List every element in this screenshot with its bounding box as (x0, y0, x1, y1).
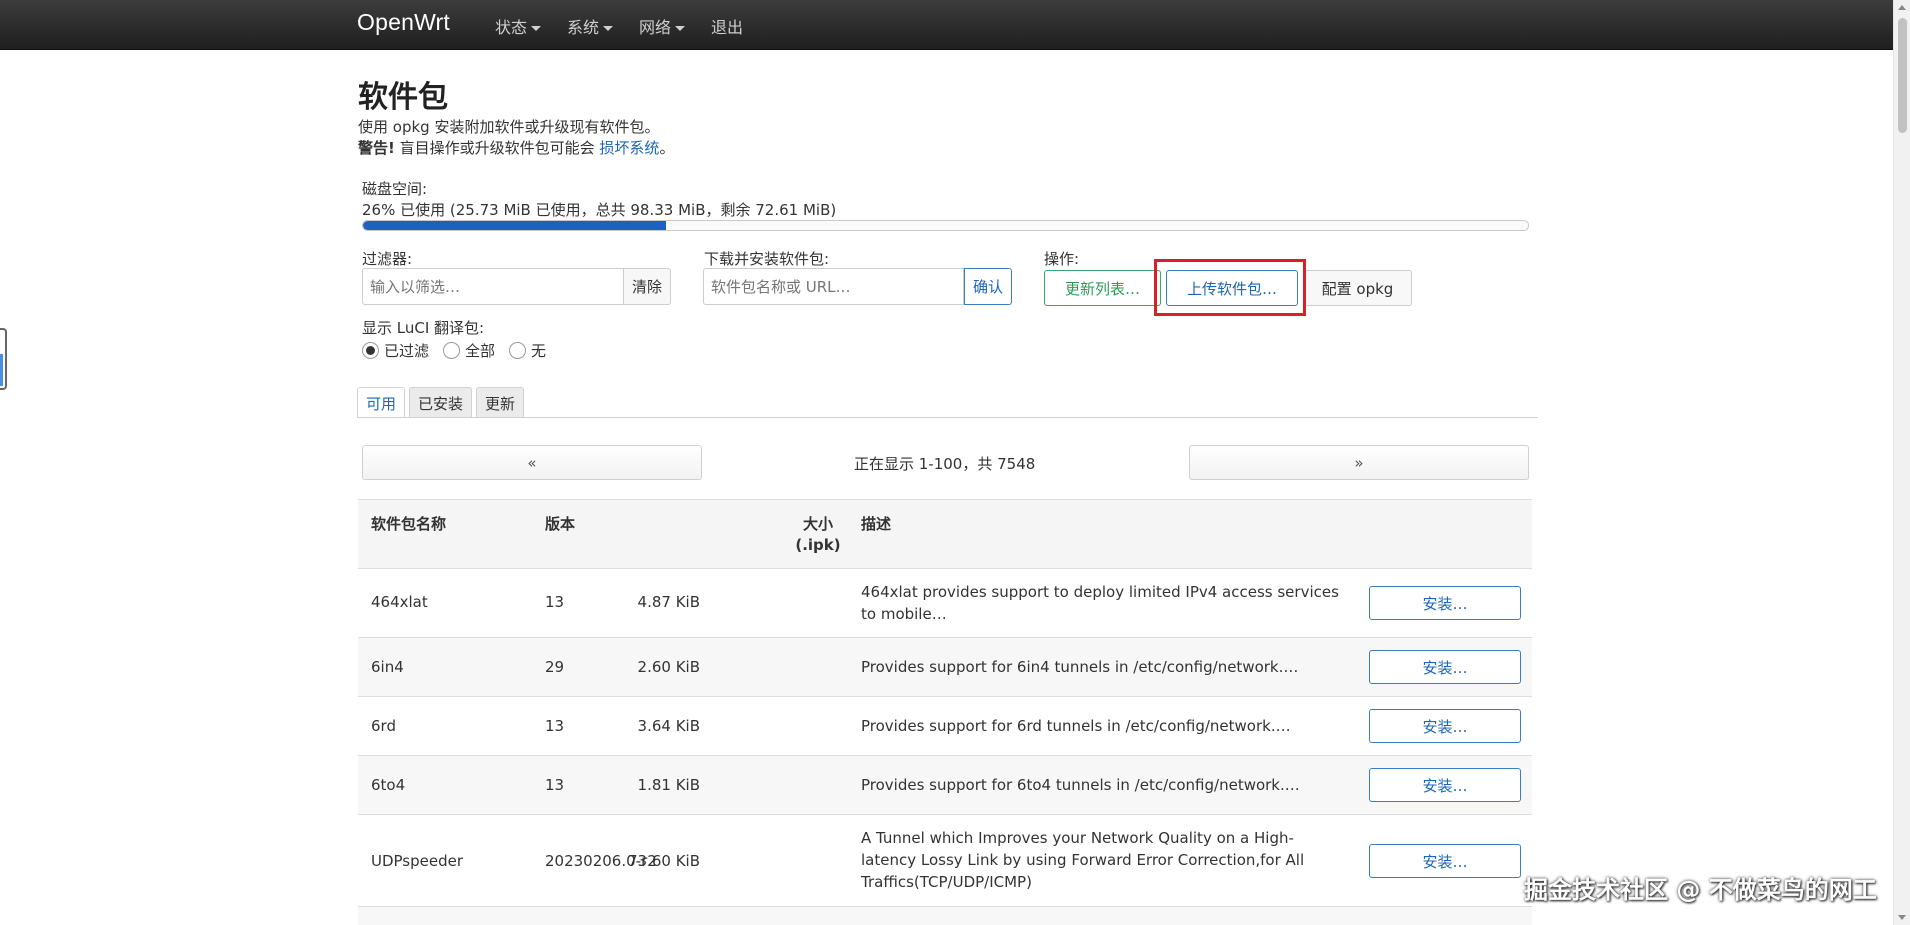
disk-usage-fill (363, 221, 666, 230)
disk-usage-text: 26% 已使用 (25.73 MiB 已使用，总共 98.33 MiB，剩余 7… (362, 201, 837, 219)
download-group: 确认 (703, 268, 1013, 305)
luci-radio-group: 已过滤 全部 无 (362, 340, 560, 361)
warning-label: 警告! (358, 139, 395, 157)
damage-system-link[interactable]: 损坏系统 (599, 139, 659, 157)
radio-all-label: 全部 (465, 342, 496, 360)
tab-installed[interactable]: 已安装 (409, 387, 473, 418)
radio-none[interactable]: 无 (509, 340, 546, 361)
header-name: 软件包名称 (371, 515, 447, 533)
luci-translation-label: 显示 LuCI 翻译包: (362, 319, 485, 337)
left-edge-indicator (0, 354, 3, 386)
tab-divider (357, 417, 1538, 418)
package-name: 6to4 (371, 776, 406, 794)
table-row: 6in4 29 2.60 KiB Provides support for 6i… (358, 638, 1532, 697)
tab-updates[interactable]: 更新 (476, 387, 525, 418)
radio-unchecked-icon[interactable] (509, 342, 527, 359)
brand-logo[interactable]: OpenWrt (357, 9, 450, 36)
header-version: 版本 (545, 515, 576, 533)
install-button[interactable]: 安装… (1369, 650, 1521, 684)
configure-opkg-button[interactable]: 配置 opkg (1303, 270, 1412, 306)
install-button[interactable]: 安装… (1369, 768, 1521, 802)
package-description: Provides support for 6in4 tunnels in /et… (861, 658, 1299, 676)
header-size-line2: (.ipk) (795, 536, 841, 554)
caret-down-icon (675, 26, 686, 31)
package-size: 1.81 KiB (637, 776, 700, 794)
vertical-scrollbar[interactable] (1893, 0, 1910, 925)
nav-status-label: 状态 (495, 18, 528, 37)
filter-input[interactable] (362, 268, 624, 305)
header-description: 描述 (861, 515, 892, 533)
page-warning: 警告! 盲目操作或升级软件包可能会 损坏系统。 (358, 137, 674, 158)
page-description: 使用 opkg 安装附加软件或升级现有软件包。 (358, 118, 660, 136)
caret-down-icon (531, 26, 542, 31)
caret-down-icon (603, 26, 614, 31)
filter-label: 过滤器: (362, 250, 413, 268)
table-row: 6rd 13 3.64 KiB Provides support for 6rd… (358, 697, 1532, 756)
warning-text: 盲目操作或升级软件包可能会 (399, 139, 595, 157)
radio-filtered-label: 已过滤 (384, 342, 430, 360)
package-version: 13 (545, 593, 565, 611)
table-row: UDPspeeder 20230206.0-r2 73.60 KiB A Tun… (358, 815, 1532, 907)
package-name-input[interactable] (703, 268, 964, 305)
clear-filter-button[interactable]: 清除 (624, 268, 672, 305)
update-list-button[interactable]: 更新列表… (1044, 270, 1161, 306)
package-name: 6in4 (371, 658, 404, 676)
package-version: 13 (545, 717, 565, 735)
scroll-down-arrow-icon[interactable] (1898, 915, 1906, 920)
nav-logout[interactable]: 退出 (711, 14, 743, 38)
disk-usage-bar (362, 220, 1529, 231)
pager-status: 正在显示 1-100，共 7548 (854, 455, 1036, 473)
download-label: 下载并安装软件包: (704, 250, 830, 268)
package-tabs: 可用 已安装 更新 (357, 387, 528, 418)
package-version: 29 (545, 658, 565, 676)
header-size-line1: 大小 (802, 515, 833, 533)
scroll-up-arrow-icon[interactable] (1898, 5, 1906, 10)
page-title: 软件包 (358, 80, 448, 115)
package-version: 13 (545, 776, 565, 794)
install-button[interactable]: 安装… (1369, 844, 1521, 878)
header-size: 大小 (.ipk) (778, 513, 858, 554)
top-navbar: OpenWrt 状态 系统 网络 退出 (0, 0, 1893, 50)
package-description: A Tunnel which Improves your Network Qua… (861, 829, 1305, 891)
package-description: 464xlat provides support to deploy limit… (861, 583, 1339, 623)
install-button[interactable]: 安装… (1369, 586, 1521, 620)
package-size: 2.60 KiB (637, 658, 700, 676)
radio-unchecked-icon[interactable] (443, 342, 461, 359)
scrollbar-thumb[interactable] (1898, 18, 1907, 133)
package-size: 3.64 KiB (637, 717, 700, 735)
package-name: UDPspeeder (371, 852, 464, 870)
package-table: 软件包名称 版本 大小 (.ipk) 描述 464xlat 13 4.87 Ki… (358, 499, 1532, 925)
tab-available[interactable]: 可用 (357, 387, 406, 418)
disk-space-label: 磁盘空间: (362, 180, 428, 198)
package-name: 464xlat (371, 593, 428, 611)
package-size: 73.60 KiB (627, 852, 700, 870)
filter-group: 清除 (362, 268, 672, 305)
nav-network-menu[interactable]: 网络 (639, 14, 686, 38)
package-name: 6rd (371, 717, 396, 735)
nav-system-menu[interactable]: 系统 (567, 14, 614, 38)
package-size: 4.87 KiB (637, 593, 700, 611)
actions-label: 操作: (1044, 250, 1080, 268)
package-description: Provides support for 6to4 tunnels in /et… (861, 776, 1300, 794)
highlight-box (1154, 259, 1306, 316)
install-button[interactable]: 安装… (1369, 709, 1521, 743)
table-header: 软件包名称 版本 大小 (.ipk) 描述 (358, 499, 1532, 569)
warning-end: 。 (659, 139, 675, 157)
radio-none-label: 无 (531, 342, 547, 360)
confirm-download-button[interactable]: 确认 (964, 268, 1013, 305)
prev-page-button[interactable]: « (362, 445, 702, 480)
table-row (358, 907, 1532, 925)
nav-system-label: 系统 (567, 18, 600, 37)
radio-all[interactable]: 全部 (443, 340, 495, 361)
package-description: Provides support for 6rd tunnels in /etc… (861, 717, 1291, 735)
nav-status-menu[interactable]: 状态 (495, 14, 542, 38)
next-page-button[interactable]: » (1189, 445, 1529, 480)
radio-filtered[interactable]: 已过滤 (362, 340, 429, 361)
watermark-text: 掘金技术社区 @ 不做菜鸟的网工 (1524, 876, 1877, 904)
radio-checked-icon[interactable] (362, 342, 379, 359)
table-row: 6to4 13 1.81 KiB Provides support for 6t… (358, 756, 1532, 815)
table-row: 464xlat 13 4.87 KiB 464xlat provides sup… (358, 569, 1532, 638)
nav-network-label: 网络 (639, 18, 672, 37)
